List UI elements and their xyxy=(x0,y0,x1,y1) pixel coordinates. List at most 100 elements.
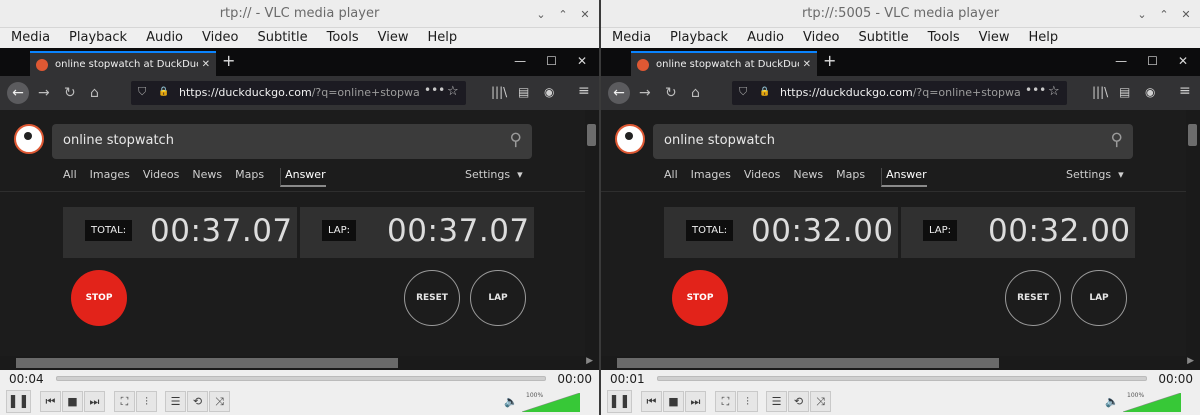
browser-maximize-icon[interactable]: ☐ xyxy=(546,55,557,67)
search-tab-answer[interactable]: Answer xyxy=(881,168,927,187)
home-icon[interactable]: ⌂ xyxy=(90,84,99,102)
menu-media[interactable]: Media xyxy=(601,28,659,48)
stop-playback-button[interactable]: ■ xyxy=(62,391,83,412)
search-icon[interactable]: ⚲ xyxy=(1111,130,1123,150)
menu-video[interactable]: Video xyxy=(191,28,246,48)
maximize-icon[interactable]: ⌃ xyxy=(555,6,571,22)
menu-help[interactable]: Help xyxy=(1018,28,1067,48)
page-actions-icon[interactable]: ••• xyxy=(424,83,445,97)
shuffle-button[interactable]: ⤨ xyxy=(209,391,230,412)
lap-button[interactable]: LAP xyxy=(470,270,526,326)
scroll-right-icon[interactable]: ▶ xyxy=(586,356,593,366)
bookmark-star-icon[interactable]: ☆ xyxy=(1048,84,1060,99)
tab-close-icon[interactable]: ✕ xyxy=(803,59,811,70)
account-icon[interactable]: ◉ xyxy=(1145,85,1155,99)
url-bar[interactable]: ⛉ 🔒 https://duckduckgo.com/?q=online+sto… xyxy=(131,81,466,105)
pause-button[interactable]: ❚❚ xyxy=(6,390,31,413)
horizontal-scrollbar-thumb[interactable] xyxy=(617,358,999,368)
search-tab-images[interactable]: Images xyxy=(691,168,731,187)
search-tab-answer[interactable]: Answer xyxy=(280,168,326,187)
playlist-button[interactable]: ☰ xyxy=(165,391,186,412)
horizontal-scrollbar[interactable]: ▶ xyxy=(601,356,1200,370)
shuffle-button[interactable]: ⤨ xyxy=(810,391,831,412)
sidebar-icon[interactable]: ▤ xyxy=(518,85,529,99)
search-tab-news[interactable]: News xyxy=(793,168,823,187)
page-scrollbar-thumb[interactable] xyxy=(1188,124,1197,146)
lock-icon[interactable]: 🔒 xyxy=(759,87,770,97)
extended-settings-button[interactable]: ⫶ xyxy=(737,391,758,412)
search-icon[interactable]: ⚲ xyxy=(510,130,522,150)
minimize-icon[interactable]: ⌄ xyxy=(1134,6,1150,22)
reset-button[interactable]: RESET xyxy=(1005,270,1061,326)
menu-tools[interactable]: Tools xyxy=(316,28,367,48)
horizontal-scrollbar[interactable]: ▶ xyxy=(0,356,599,370)
back-icon[interactable]: ← xyxy=(608,82,630,104)
minimize-icon[interactable]: ⌄ xyxy=(533,6,549,22)
page-actions-icon[interactable]: ••• xyxy=(1025,83,1046,97)
search-tab-all[interactable]: All xyxy=(63,168,77,187)
settings-dropdown[interactable]: Settings ▾ xyxy=(1066,168,1124,181)
menu-icon[interactable]: ≡ xyxy=(1179,83,1191,99)
back-icon[interactable]: ← xyxy=(7,82,29,104)
playlist-button[interactable]: ☰ xyxy=(766,391,787,412)
search-input[interactable]: online stopwatch ⚲ xyxy=(653,124,1133,159)
menu-audio[interactable]: Audio xyxy=(135,28,191,48)
menu-playback[interactable]: Playback xyxy=(659,28,736,48)
seek-slider[interactable] xyxy=(56,376,546,381)
volume-slider[interactable] xyxy=(522,393,580,412)
menu-help[interactable]: Help xyxy=(417,28,466,48)
speaker-icon[interactable]: 🔈 xyxy=(504,395,518,408)
menu-view[interactable]: View xyxy=(968,28,1018,48)
url-bar[interactable]: ⛉ 🔒 https://duckduckgo.com/?q=online+sto… xyxy=(732,81,1067,105)
previous-button[interactable]: ⏮ xyxy=(40,391,61,412)
page-scrollbar[interactable] xyxy=(585,110,599,356)
speaker-icon[interactable]: 🔈 xyxy=(1105,395,1119,408)
lap-button[interactable]: LAP xyxy=(1071,270,1127,326)
search-tab-videos[interactable]: Videos xyxy=(143,168,180,187)
menu-tools[interactable]: Tools xyxy=(917,28,968,48)
menu-playback[interactable]: Playback xyxy=(58,28,135,48)
menu-icon[interactable]: ≡ xyxy=(578,83,590,99)
duckduckgo-logo-icon[interactable] xyxy=(14,124,44,154)
search-tab-images[interactable]: Images xyxy=(90,168,130,187)
account-icon[interactable]: ◉ xyxy=(544,85,554,99)
horizontal-scrollbar-thumb[interactable] xyxy=(16,358,398,368)
library-icon[interactable]: |||\ xyxy=(491,85,507,99)
new-tab-icon[interactable]: + xyxy=(222,52,235,70)
menu-subtitle[interactable]: Subtitle xyxy=(847,28,916,48)
browser-minimize-icon[interactable]: — xyxy=(514,55,526,67)
tab-close-icon[interactable]: ✕ xyxy=(202,59,210,70)
loop-button[interactable]: ⟲ xyxy=(788,391,809,412)
browser-tab[interactable]: online stopwatch at DuckDuckGo ✕ xyxy=(30,51,216,76)
browser-close-icon[interactable]: ✕ xyxy=(1178,55,1188,67)
sidebar-icon[interactable]: ▤ xyxy=(1119,85,1130,99)
browser-tab[interactable]: online stopwatch at DuckDuckGo ✕ xyxy=(631,51,817,76)
menu-video[interactable]: Video xyxy=(792,28,847,48)
library-icon[interactable]: |||\ xyxy=(1092,85,1108,99)
stop-button[interactable]: STOP xyxy=(71,270,127,326)
menu-subtitle[interactable]: Subtitle xyxy=(246,28,315,48)
loop-button[interactable]: ⟲ xyxy=(187,391,208,412)
search-tab-news[interactable]: News xyxy=(192,168,222,187)
stop-button[interactable]: STOP xyxy=(672,270,728,326)
browser-minimize-icon[interactable]: — xyxy=(1115,55,1127,67)
search-tab-all[interactable]: All xyxy=(664,168,678,187)
fullscreen-button[interactable]: ⛶ xyxy=(114,391,135,412)
reset-button[interactable]: RESET xyxy=(404,270,460,326)
close-icon[interactable]: ✕ xyxy=(577,6,593,22)
pause-button[interactable]: ❚❚ xyxy=(607,390,632,413)
extended-settings-button[interactable]: ⫶ xyxy=(136,391,157,412)
duckduckgo-logo-icon[interactable] xyxy=(615,124,645,154)
page-scrollbar[interactable] xyxy=(1186,110,1200,356)
next-button[interactable]: ⏭ xyxy=(84,391,105,412)
menu-view[interactable]: View xyxy=(367,28,417,48)
video-area[interactable]: online stopwatch at DuckDuckGo ✕ + — ☐ ✕… xyxy=(0,48,599,370)
maximize-icon[interactable]: ⌃ xyxy=(1156,6,1172,22)
forward-icon[interactable]: → xyxy=(38,84,50,102)
shield-icon[interactable]: ⛉ xyxy=(739,85,747,99)
search-input[interactable]: online stopwatch ⚲ xyxy=(52,124,532,159)
settings-dropdown[interactable]: Settings ▾ xyxy=(465,168,523,181)
search-tab-maps[interactable]: Maps xyxy=(235,168,264,187)
previous-button[interactable]: ⏮ xyxy=(641,391,662,412)
page-scrollbar-thumb[interactable] xyxy=(587,124,596,146)
